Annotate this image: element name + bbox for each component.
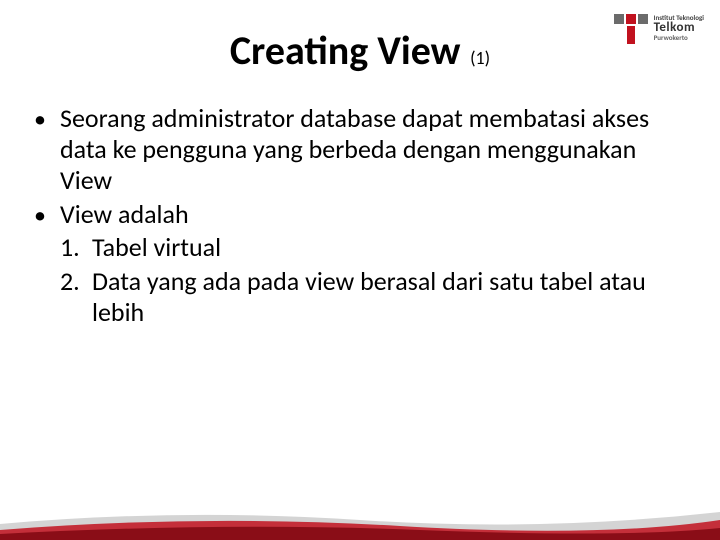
item-number: 1.: [60, 232, 92, 263]
item-text: Data yang ada pada view berasal dari sat…: [92, 266, 672, 328]
slide-title: Creating View (1): [28, 26, 692, 75]
logo-line3: Purwokerto: [654, 34, 704, 41]
title-main: Creating View: [230, 26, 461, 75]
bullet-marker-icon: [34, 199, 60, 231]
item-number: 2.: [60, 266, 92, 328]
telkom-t-icon: [614, 14, 648, 44]
bullet-marker-icon: [34, 103, 60, 197]
bullet-text: View adalah: [60, 199, 672, 231]
logo-text: Institut Teknologi Telkom Purwokerto: [654, 14, 704, 41]
item-text: Tabel virtual: [92, 232, 672, 263]
numbered-list: 1. Tabel virtual 2. Data yang ada pada v…: [60, 232, 672, 328]
institution-logo: Institut Teknologi Telkom Purwokerto: [614, 14, 704, 44]
bullet-item: View adalah: [34, 199, 672, 231]
list-item: 1. Tabel virtual: [60, 232, 672, 263]
footer-decoration-icon: [0, 500, 720, 540]
slide-content: Seorang administrator database dapat mem…: [28, 103, 692, 328]
list-item: 2. Data yang ada pada view berasal dari …: [60, 266, 672, 328]
bullet-item: Seorang administrator database dapat mem…: [34, 103, 672, 197]
bullet-text: Seorang administrator database dapat mem…: [60, 103, 672, 197]
slide: Institut Teknologi Telkom Purwokerto Cre…: [0, 0, 720, 540]
title-sub: (1): [470, 47, 490, 69]
